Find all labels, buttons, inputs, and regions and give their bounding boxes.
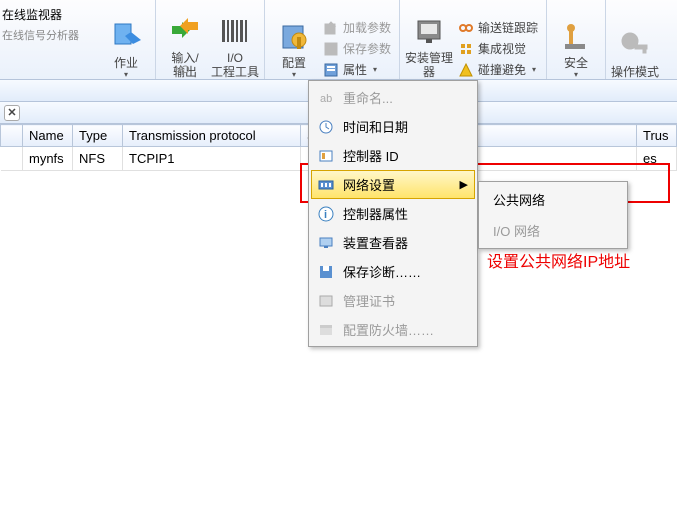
op-mode-button[interactable]: 操作模式 [610,23,660,79]
left-pane: 在线监视器 在线信号分析器 [0,0,97,79]
col-trust[interactable]: Trus [637,125,677,147]
save-diag-icon [317,263,335,281]
security-label: 安全 [564,56,588,70]
config-label: 配置 [282,56,306,70]
network-submenu: 公共网络 I/O 网络 [478,181,628,249]
cell-proto: TCPIP1 [123,147,301,171]
io-arrows-icon [170,15,200,49]
ribbon: 在线监视器 在线信号分析器 作业 ▾ 输入/ 输出 [0,0,677,80]
int-vision-button[interactable]: 集成视觉 [454,39,542,58]
col-proto[interactable]: Transmission protocol [123,125,301,147]
firewall-icon [317,321,335,339]
job-label: 作业 [114,56,138,70]
info-icon: i [317,205,335,223]
props-icon [323,62,339,78]
job-button[interactable]: 作业 ▾ [101,14,151,79]
load-icon [323,20,339,36]
io-tools-label: I/O 工程工具 [211,51,259,79]
col-star[interactable] [1,125,23,147]
submenu-io-network[interactable]: I/O 网络 [481,215,625,246]
robot-icon [561,20,591,54]
collision-icon [458,62,474,78]
install-mgr-button[interactable]: 安装管理器 [404,9,454,79]
col-name[interactable]: Name [23,125,73,147]
save-icon [323,41,339,57]
id-icon [317,147,335,165]
coll-avoid-button[interactable]: 碰撞避免 ▾ [454,60,542,79]
link-icon [458,20,474,36]
save-params-label: 保存参数 [343,40,391,57]
device-icon [317,234,335,252]
io-tools-button[interactable]: I/O 工程工具 [210,9,260,79]
install-icon [414,15,444,49]
props-label: 属性 [343,61,367,78]
svg-text:ab: ab [320,93,332,105]
int-vision-label: 集成视觉 [478,40,526,57]
menu-network-settings[interactable]: 网络设置 ▶ [311,170,475,199]
coll-avoid-label: 碰撞避免 [478,61,526,78]
menu-rename[interactable]: ab 重命名... [311,83,475,112]
ribbon-groups: 作业 ▾ 输入/ 输出 I/O 工程工具 I/O [97,0,664,79]
tab-close-button[interactable]: ✕ [4,105,20,121]
annotation-text: 设置公共网络IP地址 [487,248,630,272]
install-mgr-label: 安装管理器 [404,51,454,79]
barcode-icon [220,15,250,49]
left-pane-title[interactable]: 在线监视器 [2,4,95,25]
cert-icon [317,292,335,310]
vision-icon [458,41,474,57]
menu-firewall[interactable]: 配置防火墙…… [311,315,475,344]
network-icon [317,176,335,194]
menu-ctrl-attr[interactable]: i 控制器属性 [311,199,475,228]
menu-device-viewer[interactable]: 装置查看器 [311,228,475,257]
io-group-footer: I/O [175,64,190,76]
col-type[interactable]: Type [73,125,123,147]
load-params-label: 加载参数 [343,19,391,36]
cell-name: mynfs [23,147,73,171]
cell-type: NFS [73,147,123,171]
menu-ctrl-id[interactable]: 控制器 ID [311,141,475,170]
load-params-button[interactable]: 加载参数 [319,18,395,37]
svg-text:i: i [324,209,327,221]
link-trace-button[interactable]: 输送链跟踪 [454,18,542,37]
props-button[interactable]: 属性 ▾ [319,60,395,79]
op-mode-label: 操作模式 [611,65,659,79]
save-params-button[interactable]: 保存参数 [319,39,395,58]
menu-mgmt-cert[interactable]: 管理证书 [311,286,475,315]
config-icon [279,20,309,54]
key-icon [620,29,650,63]
cell-trust: es [637,147,677,171]
submenu-arrow-icon: ▶ [460,178,468,191]
context-menu: ab 重命名... 时间和日期 控制器 ID 网络设置 ▶ i 控制器属性 装置… [308,80,478,347]
security-button[interactable]: 安全 ▾ [551,14,601,79]
link-trace-label: 输送链跟踪 [478,19,538,36]
job-icon [111,20,141,54]
clock-icon [317,118,335,136]
rename-icon: ab [317,89,335,107]
menu-save-diag[interactable]: 保存诊断…… [311,257,475,286]
config-button[interactable]: 配置 ▾ [269,14,319,79]
menu-datetime[interactable]: 时间和日期 [311,112,475,141]
left-pane-sub[interactable]: 在线信号分析器 [2,25,95,45]
submenu-public-network[interactable]: 公共网络 [481,184,625,215]
